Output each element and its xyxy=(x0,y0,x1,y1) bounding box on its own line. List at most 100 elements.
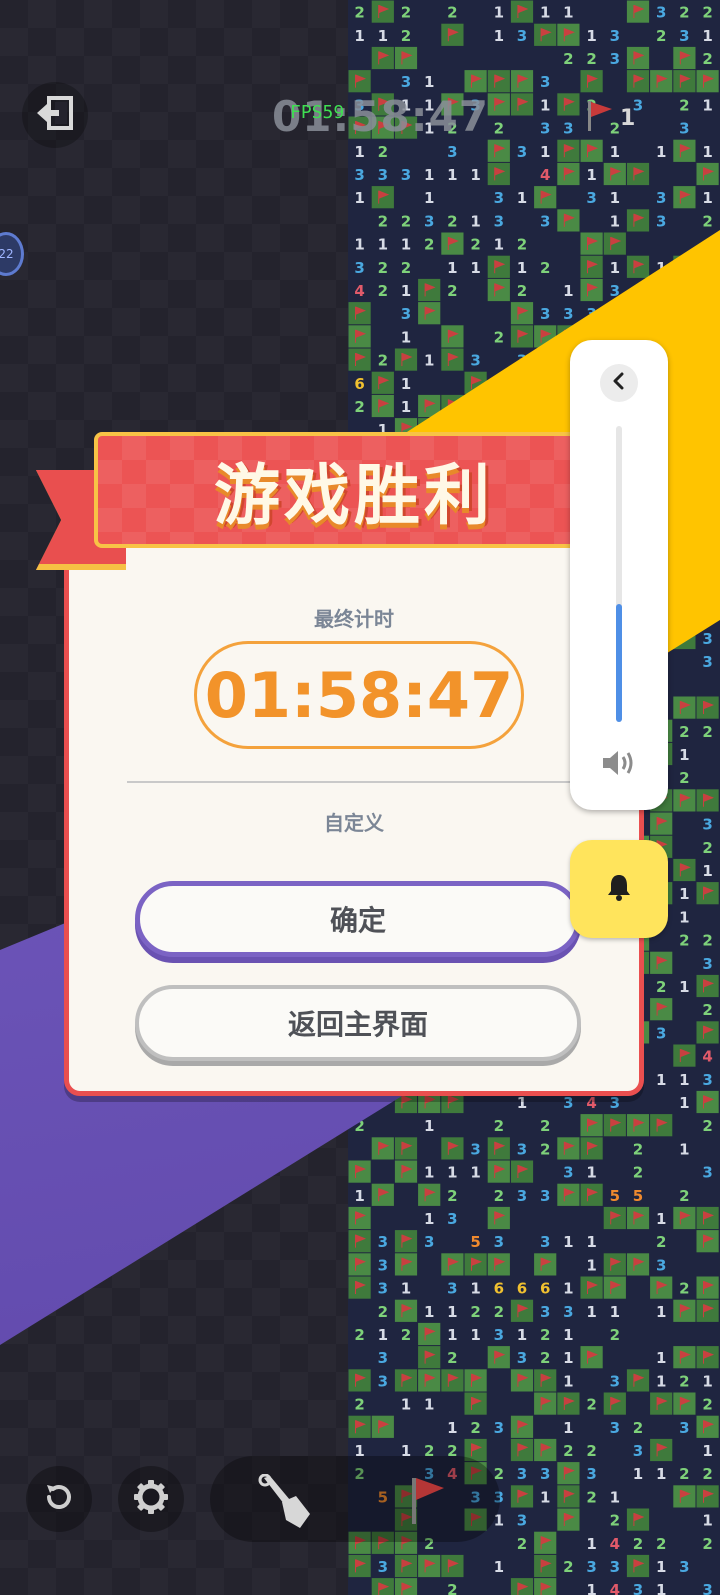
flagged-cell xyxy=(650,998,673,1021)
cell-number: 4 xyxy=(354,282,364,300)
cell-number: 1 xyxy=(586,166,596,184)
flagged-cell xyxy=(418,1322,441,1346)
flagged-cell xyxy=(487,1253,510,1276)
flagged-cell xyxy=(487,255,510,278)
flagged-cell xyxy=(626,46,650,70)
shovel-icon[interactable] xyxy=(256,1473,316,1534)
flag-icon xyxy=(584,99,614,137)
cell-number: 1 xyxy=(470,1164,480,1182)
cell-number: 2 xyxy=(633,1535,643,1553)
flagged-cell xyxy=(626,1114,650,1137)
cell-number: 1 xyxy=(610,1488,620,1506)
cell-number: 3 xyxy=(563,1094,573,1112)
flagged-cell xyxy=(673,789,696,812)
cell-number: 2 xyxy=(401,259,411,277)
cell-number: 3 xyxy=(702,816,712,834)
cell-number: 1 xyxy=(540,1488,550,1506)
flagged-cell xyxy=(534,1253,557,1276)
final-time-display: 01:58:47 xyxy=(194,641,524,749)
flagged-cell xyxy=(673,139,696,162)
confirm-button-label: 确定 xyxy=(329,904,386,937)
flagged-cell xyxy=(673,1392,696,1415)
cell-number: 3 xyxy=(563,1164,573,1182)
flagged-cell xyxy=(696,1346,719,1369)
return-home-button[interactable]: 返回主界面 xyxy=(135,985,581,1061)
cell-number: 3 xyxy=(610,1094,620,1112)
flagged-cell xyxy=(418,278,441,302)
exit-button[interactable] xyxy=(22,82,88,148)
divider xyxy=(127,781,597,783)
speaker-icon[interactable] xyxy=(600,748,638,782)
cell-number: 1 xyxy=(563,282,573,300)
cell-number: 3 xyxy=(702,653,712,671)
flagged-cell xyxy=(696,1415,719,1438)
cell-number: 1 xyxy=(447,1303,457,1321)
volume-collapse-button[interactable] xyxy=(600,364,638,402)
flagged-cell xyxy=(650,1438,673,1462)
cell-number: 2 xyxy=(494,1117,504,1135)
flagged-cell xyxy=(673,1346,696,1369)
flagged-cell xyxy=(696,1299,719,1322)
cell-number: 1 xyxy=(424,1210,434,1228)
settings-button[interactable] xyxy=(118,1466,184,1532)
cell-number: 3 xyxy=(540,305,550,323)
flagged-cell xyxy=(510,1160,534,1183)
cell-number: 1 xyxy=(656,1581,666,1595)
flagged-cell xyxy=(557,1485,580,1508)
cell-number: 1 xyxy=(563,1372,573,1390)
cell-number: 3 xyxy=(679,1419,689,1437)
confirm-button[interactable]: 确定 xyxy=(135,881,581,957)
bell-button[interactable] xyxy=(570,840,668,938)
flagged-cell xyxy=(487,1137,510,1160)
cell-number: 3 xyxy=(494,189,504,207)
cell-number: 2 xyxy=(702,932,712,950)
volume-slider[interactable] xyxy=(616,426,622,722)
cell-number: 2 xyxy=(494,328,504,346)
flagged-cell xyxy=(348,302,371,325)
flagged-cell xyxy=(696,696,719,719)
cell-number: 3 xyxy=(540,212,550,230)
cell-number: 1 xyxy=(494,27,504,45)
flagged-cell xyxy=(673,696,696,719)
cell-number: 1 xyxy=(586,1581,596,1595)
cell-number: 6 xyxy=(540,1280,550,1298)
cell-number: 3 xyxy=(378,166,388,184)
cell-number: 2 xyxy=(470,236,480,254)
cell-number: 2 xyxy=(702,1396,712,1414)
cell-number: 2 xyxy=(378,282,388,300)
victory-dialog: 最终计时 01:58:47 自定义 确定 返回主界面 xyxy=(64,540,644,1096)
flag-tool-icon[interactable] xyxy=(400,1472,448,1530)
gear-icon xyxy=(132,1478,170,1520)
flagged-cell xyxy=(510,1299,534,1322)
cell-number: 1 xyxy=(424,166,434,184)
cell-number: 3 xyxy=(540,1187,550,1205)
cell-number: 1 xyxy=(679,908,689,926)
flagged-cell xyxy=(673,186,696,209)
cell-number: 1 xyxy=(702,143,712,161)
cell-number: 3 xyxy=(656,1024,666,1042)
cell-number: 3 xyxy=(517,1349,527,1367)
flagged-cell xyxy=(510,70,534,93)
cell-number: 3 xyxy=(633,1581,643,1595)
flagged-cell xyxy=(557,162,580,186)
cell-number: 1 xyxy=(656,1372,666,1390)
cell-number: 3 xyxy=(494,1419,504,1437)
cell-number: 3 xyxy=(424,1233,434,1251)
cell-number: 2 xyxy=(610,1326,620,1344)
flagged-cell xyxy=(441,348,464,371)
cell-number: 3 xyxy=(563,120,573,138)
flagged-cell xyxy=(696,1485,719,1508)
flagged-cell xyxy=(487,278,510,302)
restart-button[interactable] xyxy=(26,1466,92,1532)
volume-panel xyxy=(570,340,668,810)
cell-number: 3 xyxy=(610,1419,620,1437)
cell-number: 1 xyxy=(424,1164,434,1182)
cell-number: 2 xyxy=(354,1326,364,1344)
flagged-cell xyxy=(418,302,441,325)
cell-number: 2 xyxy=(424,236,434,254)
cell-number: 3 xyxy=(563,1303,573,1321)
cell-number: 2 xyxy=(679,4,689,22)
cell-number: 1 xyxy=(517,1094,527,1112)
flagged-cell xyxy=(580,1276,603,1299)
flagged-cell xyxy=(348,1415,371,1438)
